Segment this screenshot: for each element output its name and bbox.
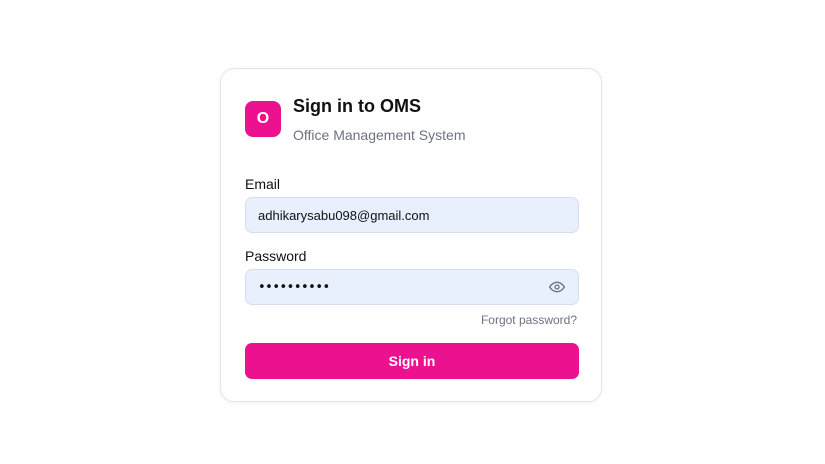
- email-label: Email: [245, 176, 281, 192]
- password-input[interactable]: ••••••••••: [258, 280, 548, 295]
- logo-letter: O: [256, 110, 270, 127]
- email-input[interactable]: [258, 207, 566, 223]
- password-field[interactable]: ••••••••••: [245, 269, 579, 305]
- page-subtitle: Office Management System: [293, 127, 466, 143]
- email-field[interactable]: [245, 197, 579, 233]
- oms-logo: O: [245, 101, 281, 137]
- forgot-password-link[interactable]: Forgot password?: [481, 313, 577, 327]
- eye-icon[interactable]: [548, 278, 566, 296]
- page-title: Sign in to OMS: [293, 96, 421, 116]
- password-label: Password: [245, 248, 307, 264]
- signin-button[interactable]: Sign in: [245, 343, 579, 379]
- signin-card: O Sign in to OMS Office Management Syste…: [220, 68, 602, 402]
